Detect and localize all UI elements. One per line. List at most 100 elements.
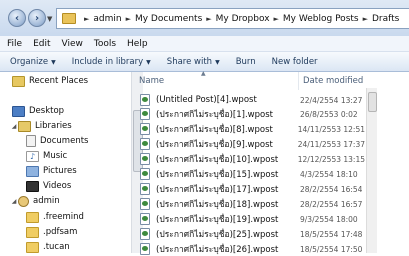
breadcrumb-my-documents[interactable]: My Documents: [135, 14, 202, 24]
file-name: (ประกาศกิไม่ระบุชื่อ)[8].wpost: [155, 125, 273, 135]
breadcrumb-admin[interactable]: admin: [93, 14, 121, 24]
file-row[interactable]: (ประกาศกิไม่ระบุชื่อ)[19].wpost 9/3/2554…: [135, 212, 365, 226]
file-row[interactable]: (ประกาศกิไม่ระบุชื่อ)[26].wpost 18/5/255…: [135, 242, 365, 256]
file-date: 28/2/2554 16:54: [300, 184, 363, 194]
file-date: 24/11/2553 17:37: [297, 139, 365, 149]
breadcrumb-separator-icon[interactable]: ►: [274, 15, 279, 23]
nav-item-libraries[interactable]: ◢ Libraries: [10, 119, 72, 133]
file-row[interactable]: (ประกาศกิไม่ระบุชื่อ)[15].wpost 4/3/2554…: [135, 167, 365, 181]
nav-item-documents[interactable]: Documents: [26, 134, 88, 148]
breadcrumb-separator-icon[interactable]: ►: [126, 15, 131, 23]
nav-label: .freemind: [43, 212, 84, 222]
file-name: (ประกาศกิไม่ระบุชื่อ)[17].wpost: [156, 185, 279, 195]
nav-item-desktop[interactable]: Desktop: [12, 104, 64, 118]
menu-view[interactable]: View: [62, 39, 83, 49]
file-name: (ประกาศกิไม่ระบุชื่อ)[1].wpost: [156, 110, 273, 120]
desktop-icon: [12, 105, 25, 117]
breadcrumb-my-dropbox[interactable]: My Dropbox: [216, 14, 270, 24]
file-list-scrollbar[interactable]: [366, 88, 377, 253]
breadcrumb-drafts[interactable]: Drafts: [372, 14, 399, 24]
burn-button[interactable]: Burn: [236, 57, 256, 67]
wpost-file-icon: [140, 183, 150, 195]
wpost-file-icon: [140, 94, 150, 106]
chevron-down-icon: ▼: [146, 58, 151, 66]
nav-item-admin[interactable]: ◢ admin: [10, 194, 60, 208]
expand-icon[interactable]: ◢: [10, 123, 18, 130]
column-header-name-label: Name: [139, 76, 165, 86]
folder-icon: [26, 241, 39, 253]
nav-label: Pictures: [43, 166, 77, 176]
file-name: (ประกาศกิไม่ระบุชื่อ)[18].wpost: [156, 200, 279, 210]
file-name: (ประกาศกิไม่ระบุชื่อ)[10].wpost: [155, 155, 279, 165]
nav-label: Recent Places: [29, 76, 89, 86]
file-name: (ประกาศกิไม่ระบุชื่อ)[26].wpost: [156, 245, 279, 255]
organize-button[interactable]: Organize ▼: [10, 57, 56, 67]
folder-icon: [26, 226, 39, 238]
file-row[interactable]: (ประกาศกิไม่ระบุชื่อ)[10].wpost 12/12/25…: [135, 152, 365, 166]
column-header-name[interactable]: Name ▲: [133, 70, 287, 90]
address-bar-row: ‹ › ▼ ► admin ► My Documents ► My Dropbo…: [0, 0, 409, 36]
nav-item-tucan[interactable]: .tucan: [26, 240, 70, 254]
recent-pages-dropdown-icon[interactable]: ▼: [47, 15, 52, 23]
menu-help[interactable]: Help: [127, 39, 148, 49]
include-in-library-button[interactable]: Include in library ▼: [72, 57, 151, 67]
file-list-scrollbar-thumb[interactable]: [368, 92, 377, 112]
breadcrumb-my-weblog-posts[interactable]: My Weblog Posts: [283, 14, 359, 24]
breadcrumb-separator-icon[interactable]: ►: [84, 15, 89, 23]
nav-item-pictures[interactable]: Pictures: [26, 164, 77, 178]
expand-icon[interactable]: ◢: [10, 198, 18, 205]
address-box[interactable]: ► admin ► My Documents ► My Dropbox ► My…: [56, 8, 409, 29]
videos-icon: [26, 180, 39, 192]
file-row[interactable]: (Untitled Post)[4].wpost 22/4/2554 13:27: [135, 93, 365, 107]
sort-ascending-icon: ▲: [201, 70, 206, 77]
file-name: (ประกาศกิไม่ระบุชื่อ)[9].wpost: [155, 140, 273, 150]
nav-label: .pdfsam: [43, 227, 78, 237]
file-name: (ประกาศกิไม่ระบุชื่อ)[25].wpost: [156, 230, 279, 240]
file-row[interactable]: (ประกาศกิไม่ระบุชื่อ)[25].wpost 18/5/255…: [135, 227, 365, 241]
wpost-file-icon: [140, 228, 150, 240]
libraries-icon: [18, 120, 31, 132]
chevron-down-icon: ▼: [215, 58, 220, 66]
breadcrumb-separator-icon[interactable]: ►: [206, 15, 211, 23]
include-in-library-label: Include in library: [71, 56, 144, 67]
nav-label: .tucan: [43, 242, 70, 252]
menu-file[interactable]: File: [7, 39, 22, 49]
nav-label: Videos: [43, 181, 72, 191]
menu-bar: File Edit View Tools Help: [0, 36, 409, 52]
nav-item-recent-places[interactable]: Recent Places: [12, 74, 88, 88]
documents-icon: [26, 135, 36, 147]
nav-item-music[interactable]: ♪ Music: [26, 149, 67, 163]
chevron-down-icon: ▼: [51, 58, 56, 66]
menu-tools[interactable]: Tools: [94, 39, 116, 49]
share-with-label: Share with: [166, 56, 213, 67]
wpost-file-icon: [140, 243, 150, 255]
file-row[interactable]: (ประกาศกิไม่ระบุชื่อ)[9].wpost 24/11/255…: [135, 137, 365, 151]
command-bar: Organize ▼ Include in library ▼ Share with…: [0, 52, 409, 72]
breadcrumb-separator-icon[interactable]: ►: [363, 15, 368, 23]
nav-label: Desktop: [29, 106, 65, 116]
recent-places-icon: [12, 75, 25, 87]
share-with-button[interactable]: Share with ▼: [167, 57, 220, 67]
file-date: 4/3/2554 18:10: [300, 169, 358, 179]
file-name: (ประกาศกิไม่ระบุชื่อ)[19].wpost: [156, 215, 279, 225]
nav-item-pdfsam[interactable]: .pdfsam: [26, 225, 77, 239]
column-header-date-label: Date modified: [303, 76, 364, 86]
new-folder-button[interactable]: New folder: [272, 57, 318, 67]
file-name: (Untitled Post)[4].wpost: [156, 95, 257, 105]
file-row[interactable]: (ประกาศกิไม่ระบุชื่อ)[8].wpost 14/11/255…: [135, 122, 365, 136]
wpost-file-icon: [140, 168, 150, 180]
nav-label: admin: [33, 196, 60, 206]
forward-button[interactable]: ›: [28, 9, 46, 27]
menu-edit[interactable]: Edit: [33, 39, 50, 49]
file-row[interactable]: (ประกาศกิไม่ระบุชื่อ)[1].wpost 26/8/2553…: [135, 107, 365, 121]
nav-label: Music: [43, 151, 68, 161]
file-row[interactable]: (ประกาศกิไม่ระบุชื่อ)[18].wpost 28/2/255…: [135, 197, 365, 211]
nav-item-videos[interactable]: Videos: [26, 179, 71, 193]
file-row[interactable]: (ประกาศกิไม่ระบุชื่อ)[17].wpost 28/2/255…: [135, 182, 365, 196]
file-date: 26/8/2553 0:02: [300, 109, 358, 119]
column-header-date-modified[interactable]: Date modified: [298, 72, 373, 90]
back-button[interactable]: ‹: [8, 9, 26, 27]
file-date: 18/5/2554 17:50: [300, 244, 363, 254]
nav-item-freemind[interactable]: .freemind: [26, 210, 84, 224]
wpost-file-icon: [140, 108, 150, 120]
